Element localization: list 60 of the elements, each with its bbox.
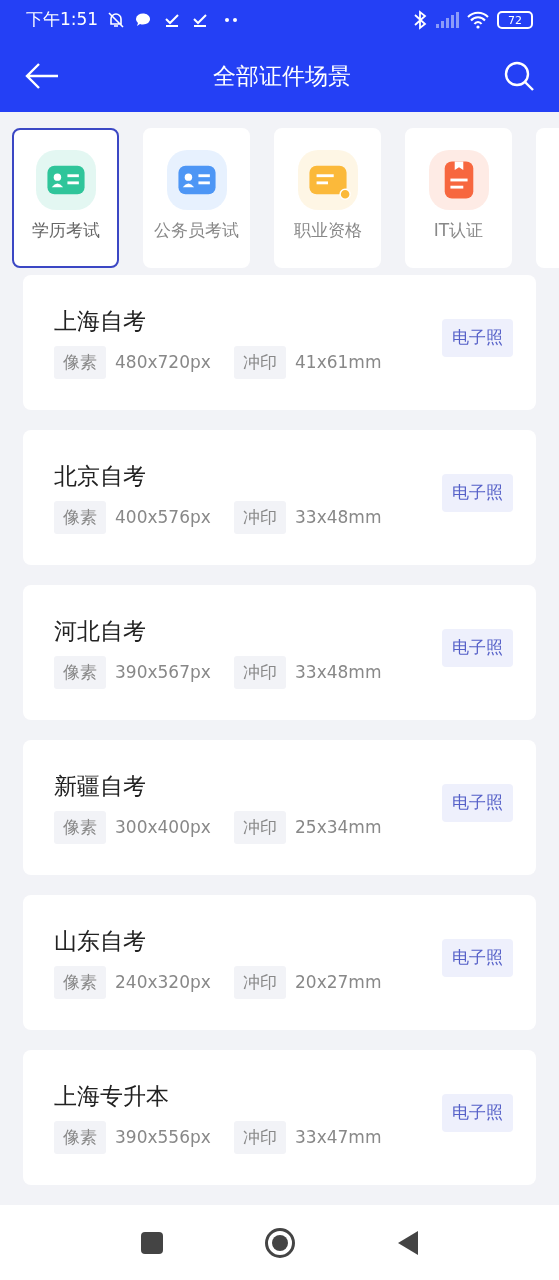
- bluetooth-icon: [413, 10, 427, 30]
- search-icon[interactable]: [503, 60, 535, 92]
- chat-bubble-icon: [134, 11, 153, 29]
- pixel-label: 像素: [54, 346, 106, 379]
- photo-type-tag: 电子照: [442, 628, 513, 667]
- home-icon[interactable]: [263, 1226, 296, 1259]
- scene-card[interactable]: 北京自考 像素 400x576px 冲印 33x48mm 电子照: [23, 430, 536, 565]
- scene-title: 北京自考: [54, 462, 147, 491]
- check-icon: [192, 12, 209, 28]
- pixel-label: 像素: [54, 966, 106, 999]
- print-label: 冲印: [234, 346, 286, 379]
- category-tile[interactable]: 职业资格: [274, 128, 381, 268]
- more-dots-icon: [224, 17, 239, 23]
- scene-title: 上海专升本: [54, 1082, 170, 1111]
- pixel-label: 像素: [54, 1121, 106, 1154]
- scene-title: 山东自考: [54, 927, 147, 956]
- pixel-size: 300x400px: [115, 815, 212, 839]
- pixel-size: 400x576px: [115, 505, 212, 529]
- scene-title: 新疆自考: [54, 772, 147, 801]
- pixel-size: 390x567px: [115, 660, 212, 684]
- photo-type-tag: 电子照: [442, 1093, 513, 1132]
- photo-type-tag: 电子照: [442, 783, 513, 822]
- pixel-label: 像素: [54, 811, 106, 844]
- pixel-size: 390x556px: [115, 1125, 212, 1149]
- scene-card[interactable]: 上海专升本 像素 390x556px 冲印 33x47mm 电子照: [23, 1050, 536, 1185]
- print-label: 冲印: [234, 501, 286, 534]
- print-size: 33x47mm: [295, 1125, 382, 1149]
- back-arrow-icon[interactable]: [24, 61, 60, 91]
- scene-title: 河北自考: [54, 617, 147, 646]
- photo-type-tag: 电子照: [442, 938, 513, 977]
- print-label: 冲印: [234, 966, 286, 999]
- print-size: 41x61mm: [295, 350, 382, 374]
- scene-title: 上海自考: [54, 307, 147, 336]
- photo-type-tag: 电子照: [442, 473, 513, 512]
- signal-icon: [435, 12, 459, 28]
- pixel-size: 240x320px: [115, 970, 212, 994]
- scene-card[interactable]: 新疆自考 像素 300x400px 冲印 25x34mm 电子照: [23, 740, 536, 875]
- scene-card[interactable]: 上海自考 像素 480x720px 冲印 41x61mm 电子照: [23, 275, 536, 410]
- status-time: 下午1:51: [26, 8, 99, 32]
- photo-type-tag: 电子照: [442, 318, 513, 357]
- print-label: 冲印: [234, 811, 286, 844]
- print-size: 20x27mm: [295, 970, 382, 994]
- battery-icon: 72: [497, 11, 533, 29]
- category-tile[interactable]: 公务员考试: [143, 128, 250, 268]
- print-size: 25x34mm: [295, 815, 382, 839]
- category-tile[interactable]: IT认证: [405, 128, 512, 268]
- scene-card[interactable]: 山东自考 像素 240x320px 冲印 20x27mm 电子照: [23, 895, 536, 1030]
- check-icon: [164, 12, 181, 28]
- category-tile[interactable]: 学历考试: [12, 128, 119, 268]
- pixel-label: 像素: [54, 501, 106, 534]
- pixel-size: 480x720px: [115, 350, 212, 374]
- scene-card[interactable]: 河北自考 像素 390x567px 冲印 33x48mm 电子照: [23, 585, 536, 720]
- wifi-icon: [467, 11, 489, 29]
- print-label: 冲印: [234, 1121, 286, 1154]
- recent-apps-icon[interactable]: [139, 1230, 164, 1255]
- print-label: 冲印: [234, 656, 286, 689]
- print-size: 33x48mm: [295, 505, 382, 529]
- page-title: 全部证件场景: [212, 61, 351, 91]
- print-size: 33x48mm: [295, 660, 382, 684]
- pixel-label: 像素: [54, 656, 106, 689]
